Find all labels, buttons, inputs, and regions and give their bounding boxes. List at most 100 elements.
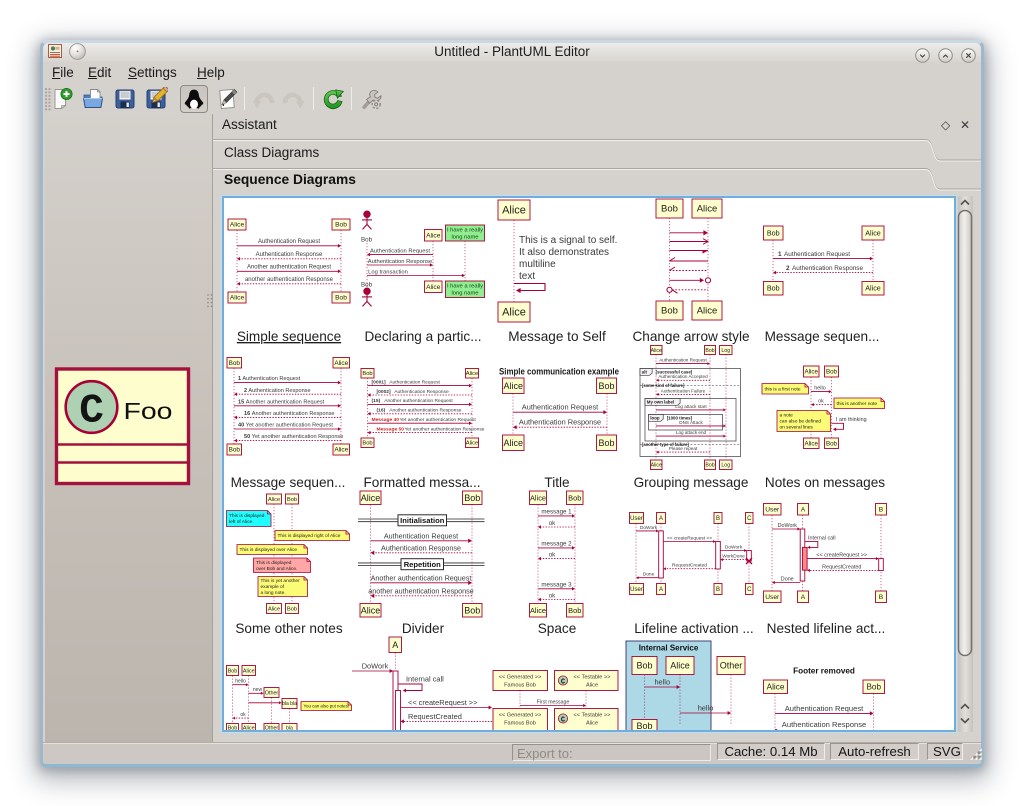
svg-text:Authentication Request: Authentication Request: [242, 376, 300, 382]
svg-text:Log attack start: Log attack start: [675, 404, 707, 409]
svg-text:Some other notes: Some other notes: [235, 621, 343, 636]
svg-text:Authentication Request: Authentication Request: [785, 704, 864, 713]
svg-text:Bob: Bob: [636, 721, 652, 730]
svg-text:Alice: Alice: [586, 682, 598, 688]
svg-text:40: 40: [238, 423, 244, 429]
svg-text:Alice: Alice: [697, 306, 718, 317]
svg-text:Alice: Alice: [426, 232, 441, 239]
svg-text:another authentication Respons: another authentication Response: [368, 586, 474, 595]
svg-text:example of: example of: [261, 584, 285, 590]
svg-text:Authentication Request: Authentication Request: [258, 239, 320, 245]
svg-text:Other: Other: [265, 726, 279, 730]
svg-text:Title: Title: [544, 475, 569, 490]
svg-text:Authentication Response: Authentication Response: [782, 720, 866, 729]
svg-text:this is a first note: this is a first note: [765, 386, 801, 392]
svg-text:Authentication Response: Authentication Response: [256, 252, 323, 258]
svg-text:Alice: Alice: [670, 661, 690, 671]
svg-text:hello: hello: [814, 386, 825, 392]
svg-text:2: 2: [786, 265, 790, 272]
svg-text:multiline: multiline: [519, 259, 556, 270]
svg-text:DoWork: DoWork: [640, 525, 658, 531]
svg-text:Notes on messages: Notes on messages: [765, 475, 885, 490]
svg-text:Another authentication Respons: Another authentication Response: [389, 408, 462, 414]
svg-text:<< createRequest >>: << createRequest >>: [408, 698, 477, 707]
svg-text:Done: Done: [781, 576, 794, 582]
svg-text:Alice: Alice: [530, 493, 546, 502]
svg-text:Alice: Alice: [466, 371, 479, 377]
svg-text:a note: a note: [780, 413, 794, 419]
svg-text:ok: ok: [549, 520, 556, 527]
svg-text:Other: Other: [720, 661, 743, 671]
svg-text:Foo: Foo: [124, 398, 173, 424]
svg-text:<< Testable >>: << Testable >>: [574, 713, 611, 719]
svg-text:Bob: Bob: [361, 237, 373, 244]
svg-text:B: B: [716, 516, 720, 522]
svg-text:<< Testable >>: << Testable >>: [574, 675, 611, 681]
svg-text:hello: hello: [698, 703, 714, 712]
svg-text:Bob: Bob: [568, 493, 581, 502]
svg-text:This is yet another: This is yet another: [261, 578, 301, 584]
svg-text:DoWork: DoWork: [362, 661, 389, 670]
svg-text:Alice: Alice: [466, 441, 479, 447]
svg-text:Internal call: Internal call: [406, 674, 444, 683]
svg-text:RequestCreated: RequestCreated: [672, 563, 707, 569]
svg-text:DoWork: DoWork: [778, 523, 798, 529]
svg-text:I have a really: I have a really: [447, 284, 483, 290]
svg-text:C: C: [561, 716, 565, 724]
svg-text:Authentication Request: Authentication Request: [522, 403, 598, 412]
svg-text:Please repeat: Please repeat: [669, 446, 698, 451]
svg-text:<< Generated >>: << Generated >>: [499, 713, 542, 719]
svg-text:A: A: [659, 587, 663, 593]
svg-text:Bob: Bob: [362, 371, 372, 377]
svg-text:Bob: Bob: [705, 348, 714, 354]
svg-text:I am thinking: I am thinking: [836, 417, 867, 423]
svg-text:Bob: Bob: [335, 222, 347, 229]
svg-text:Bob: Bob: [661, 306, 678, 317]
svg-text:Bob: Bob: [362, 441, 372, 447]
svg-text:Nested lifeline act...: Nested lifeline act...: [767, 621, 886, 636]
svg-text:Authentication Request: Authentication Request: [784, 251, 850, 258]
svg-text:can also be defined: can also be defined: [780, 419, 822, 425]
svg-text:Alice: Alice: [361, 605, 381, 615]
svg-text:User: User: [630, 516, 643, 522]
svg-text:C: C: [561, 678, 565, 686]
svg-text:Log attack end: Log attack end: [676, 430, 707, 435]
svg-text:Bob: Bob: [361, 282, 373, 289]
svg-text:message 2: message 2: [541, 541, 572, 548]
svg-text:Change arrow style: Change arrow style: [632, 329, 749, 344]
svg-text:on several lines: on several lines: [780, 425, 814, 431]
svg-text:16: 16: [244, 411, 250, 417]
svg-text:1: 1: [778, 251, 782, 258]
svg-text:User: User: [630, 587, 643, 593]
svg-text:message 1: message 1: [541, 509, 572, 516]
svg-text:Authentication Request: Authentication Request: [384, 531, 458, 540]
svg-text:text: text: [519, 271, 535, 282]
svg-text:Initialisation: Initialisation: [400, 516, 445, 525]
svg-text:ok: ok: [818, 399, 824, 405]
svg-text:Bob: Bob: [705, 463, 714, 469]
svg-text:Yet another authentication Res: Yet another authentication Response: [252, 434, 344, 440]
svg-text:Authentication Response: Authentication Response: [248, 388, 310, 394]
svg-text:<< createRequest >>: << createRequest >>: [667, 535, 712, 541]
svg-text:Yet another authentication Req: Yet another authentication Request: [246, 423, 334, 429]
svg-text:Alice: Alice: [586, 720, 598, 726]
svg-text:Yet another authentication Req: Yet another authentication Request: [400, 417, 477, 423]
svg-text:Message to Self: Message to Self: [508, 329, 606, 344]
svg-text:Alice: Alice: [503, 438, 523, 448]
svg-text:Alice: Alice: [268, 497, 280, 503]
svg-text:Authentication Response: Authentication Response: [792, 265, 864, 272]
svg-text:over Bob and Alice.: over Bob and Alice.: [256, 566, 297, 572]
svg-text:Other: Other: [265, 690, 279, 696]
svg-text:Bob: Bob: [767, 228, 780, 237]
svg-text:Bob: Bob: [767, 284, 780, 293]
svg-text:Alice: Alice: [426, 284, 441, 291]
svg-text:Yet another authentication Res: Yet another authentication Response: [405, 426, 485, 432]
svg-text:Alice: Alice: [243, 726, 255, 730]
svg-text:Bob: Bob: [335, 295, 347, 302]
svg-text:Message 50: Message 50: [377, 426, 405, 432]
svg-text:(15): (15): [372, 398, 381, 404]
svg-text:Grouping message: Grouping message: [634, 475, 749, 490]
svg-text:1: 1: [238, 376, 241, 382]
svg-text:Bob: Bob: [598, 438, 614, 448]
svg-text:Internal Service: Internal Service: [639, 644, 699, 653]
